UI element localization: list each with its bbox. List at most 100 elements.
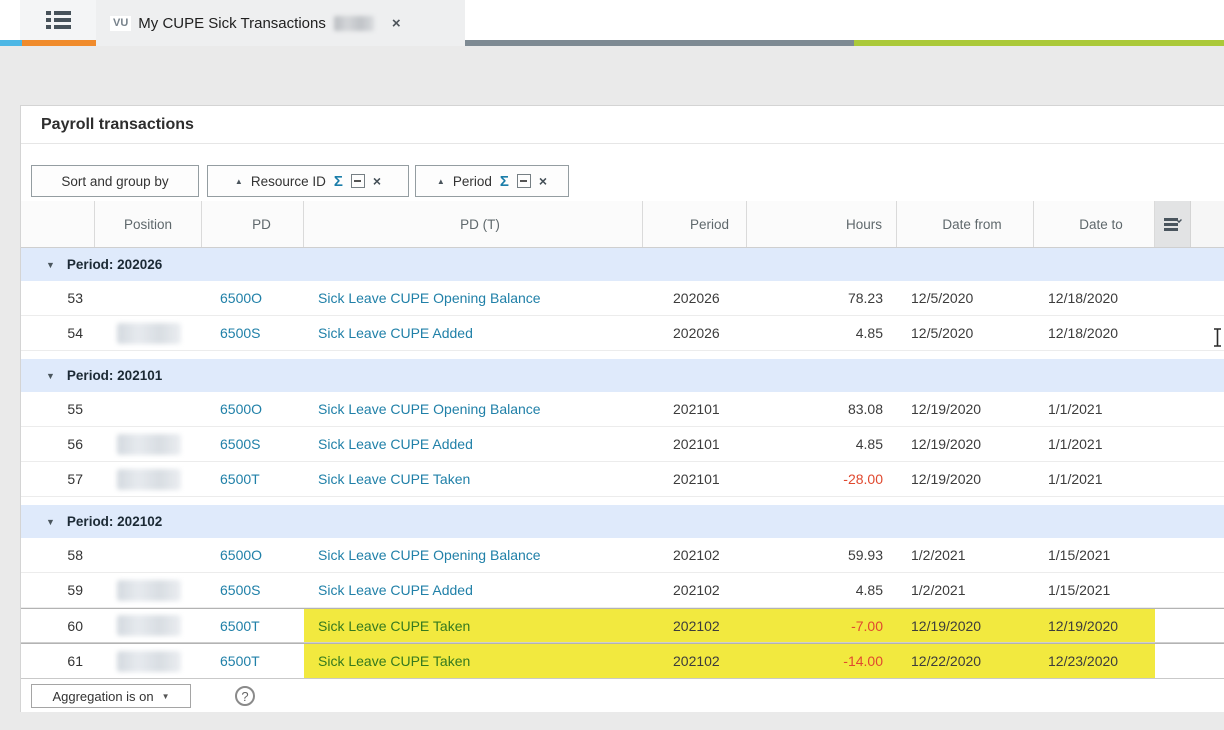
row-number-cell: 60 <box>21 609 95 642</box>
pdt-link[interactable]: Sick Leave CUPE Added <box>318 582 473 598</box>
remove-icon[interactable]: × <box>539 173 547 189</box>
aggregation-dropdown[interactable]: Aggregation is on ▼ <box>31 684 191 708</box>
row-filler <box>1155 609 1224 642</box>
column-menu-button[interactable] <box>1155 201 1191 247</box>
group-pill-resource-id[interactable]: ▲ Resource ID Σ × <box>207 165 409 197</box>
pd-cell: 6500S <box>202 573 304 607</box>
hours-cell: 59.93 <box>747 538 897 572</box>
caret-down-icon[interactable]: ▼ <box>46 517 55 527</box>
hours-cell: 78.23 <box>747 281 897 315</box>
table-row[interactable]: 586500OSick Leave CUPE Opening Balance20… <box>21 538 1224 573</box>
group-header-row[interactable]: ▼ Period: 202101 <box>21 359 1224 392</box>
period-cell: 202102 <box>643 644 747 678</box>
tab-title: My CUPE Sick Transactions <box>138 15 326 32</box>
table-row[interactable]: 546500SSick Leave CUPE Added2020264.8512… <box>21 316 1224 351</box>
date-from-cell: 1/2/2021 <box>897 538 1034 572</box>
column-header-position[interactable]: Position <box>95 201 202 247</box>
group-header-row[interactable]: ▼Period: 202026 <box>21 248 1224 281</box>
date-to-cell: 1/1/2021 <box>1034 392 1155 426</box>
collapse-icon[interactable] <box>351 174 365 188</box>
pd-link[interactable]: 6500S <box>220 325 260 341</box>
sigma-icon[interactable]: Σ <box>500 173 509 190</box>
table-header-row: Position PD PD (T) Period Hours Date fro… <box>21 201 1224 248</box>
column-header-pdt[interactable]: PD (T) <box>304 201 643 247</box>
pd-link[interactable]: 6500S <box>220 436 260 452</box>
tab-my-cupe-sick-transactions[interactable]: VU My CUPE Sick Transactions × <box>96 0 465 46</box>
pdt-link[interactable]: Sick Leave CUPE Opening Balance <box>318 290 541 306</box>
pdt-link[interactable]: Sick Leave CUPE Taken <box>318 471 470 487</box>
pdt-link[interactable]: Sick Leave CUPE Added <box>318 325 473 341</box>
group-label: Period: 202102 <box>67 514 162 529</box>
table-row[interactable]: 556500OSick Leave CUPE Opening Balance20… <box>21 392 1224 427</box>
accent-strip-green <box>854 40 1224 46</box>
period-cell: 202026 <box>643 316 747 350</box>
position-cell <box>95 462 202 496</box>
accent-strip-blue <box>0 40 22 46</box>
collapse-icon[interactable] <box>517 174 531 188</box>
position-cell <box>95 538 202 572</box>
pdt-cell: Sick Leave CUPE Added <box>304 316 643 350</box>
dropdown-caret-icon: ▼ <box>162 692 170 701</box>
column-header-period[interactable]: Period <box>643 201 747 247</box>
payroll-transactions-panel: Payroll transactions Sort and group by ▲… <box>20 105 1224 712</box>
group-pill-period[interactable]: ▲ Period Σ × <box>415 165 569 197</box>
row-filler <box>1155 538 1224 572</box>
table-row[interactable]: 616500TSick Leave CUPE Taken202102-14.00… <box>21 643 1224 678</box>
group-label: Period: 202101 <box>67 368 162 383</box>
date-to-cell: 1/1/2021 <box>1034 427 1155 461</box>
tab-close-icon[interactable]: × <box>392 16 401 31</box>
sort-asc-icon[interactable]: ▲ <box>235 177 243 186</box>
page-title: Payroll transactions <box>21 106 1224 144</box>
pd-link[interactable]: 6500T <box>220 653 260 669</box>
help-icon[interactable]: ? <box>235 686 255 706</box>
pdt-link[interactable]: Sick Leave CUPE Taken <box>318 653 470 669</box>
table-row[interactable]: 536500OSick Leave CUPE Opening Balance20… <box>21 281 1224 316</box>
row-number-cell: 59 <box>21 573 95 607</box>
aggregation-label: Aggregation is on <box>52 689 153 704</box>
pdt-cell: Sick Leave CUPE Added <box>304 427 643 461</box>
pd-cell: 6500S <box>202 427 304 461</box>
pd-link[interactable]: 6500O <box>220 401 262 417</box>
period-cell: 202102 <box>643 573 747 607</box>
pd-link[interactable]: 6500O <box>220 547 262 563</box>
group-header-row[interactable]: ▼ Period: 202102 <box>21 505 1224 538</box>
sigma-icon[interactable]: Σ <box>334 173 343 190</box>
row-filler <box>1155 427 1224 461</box>
row-filler <box>1155 573 1224 607</box>
caret-down-icon[interactable]: ▼ <box>46 371 55 381</box>
pd-cell: 6500O <box>202 538 304 572</box>
pdt-link[interactable]: Sick Leave CUPE Opening Balance <box>318 547 541 563</box>
table-row[interactable]: 596500SSick Leave CUPE Added2021024.851/… <box>21 573 1224 608</box>
sort-and-group-button[interactable]: Sort and group by <box>31 165 199 197</box>
row-number-cell: 58 <box>21 538 95 572</box>
pd-link[interactable]: 6500T <box>220 618 260 634</box>
sort-asc-icon[interactable]: ▲ <box>437 177 445 186</box>
column-header-date-to[interactable]: Date to <box>1034 201 1155 247</box>
pdt-cell: Sick Leave CUPE Added <box>304 573 643 607</box>
nav-menu-button[interactable] <box>20 0 96 40</box>
table-footer: Aggregation is on ▼ ? <box>21 678 1224 713</box>
column-header-date-from[interactable]: Date from <box>897 201 1034 247</box>
pd-link[interactable]: 6500O <box>220 290 262 306</box>
table-row[interactable]: 606500TSick Leave CUPE Taken202102-7.001… <box>21 608 1224 643</box>
hours-cell: -28.00 <box>747 462 897 496</box>
pdt-link[interactable]: Sick Leave CUPE Opening Balance <box>318 401 541 417</box>
pd-link[interactable]: 6500S <box>220 582 260 598</box>
caret-down-icon[interactable]: ▼ <box>46 260 55 270</box>
date-from-cell: 12/22/2020 <box>897 644 1034 678</box>
date-to-cell: 12/18/2020 <box>1034 316 1155 350</box>
pdt-cell: Sick Leave CUPE Taken <box>304 609 643 642</box>
pdt-link[interactable]: Sick Leave CUPE Taken <box>318 618 470 634</box>
column-header-pd[interactable]: PD <box>202 201 304 247</box>
remove-icon[interactable]: × <box>373 173 381 189</box>
pdt-link[interactable]: Sick Leave CUPE Added <box>318 436 473 452</box>
position-cell <box>95 644 202 678</box>
date-to-cell: 1/15/2021 <box>1034 538 1155 572</box>
pd-cell: 6500T <box>202 609 304 642</box>
pdt-cell: Sick Leave CUPE Opening Balance <box>304 281 643 315</box>
pd-link[interactable]: 6500T <box>220 471 260 487</box>
table-row[interactable]: 576500TSick Leave CUPE Taken202101-28.00… <box>21 462 1224 497</box>
position-cell <box>95 392 202 426</box>
column-header-hours[interactable]: Hours <box>747 201 897 247</box>
table-row[interactable]: 566500SSick Leave CUPE Added2021014.8512… <box>21 427 1224 462</box>
